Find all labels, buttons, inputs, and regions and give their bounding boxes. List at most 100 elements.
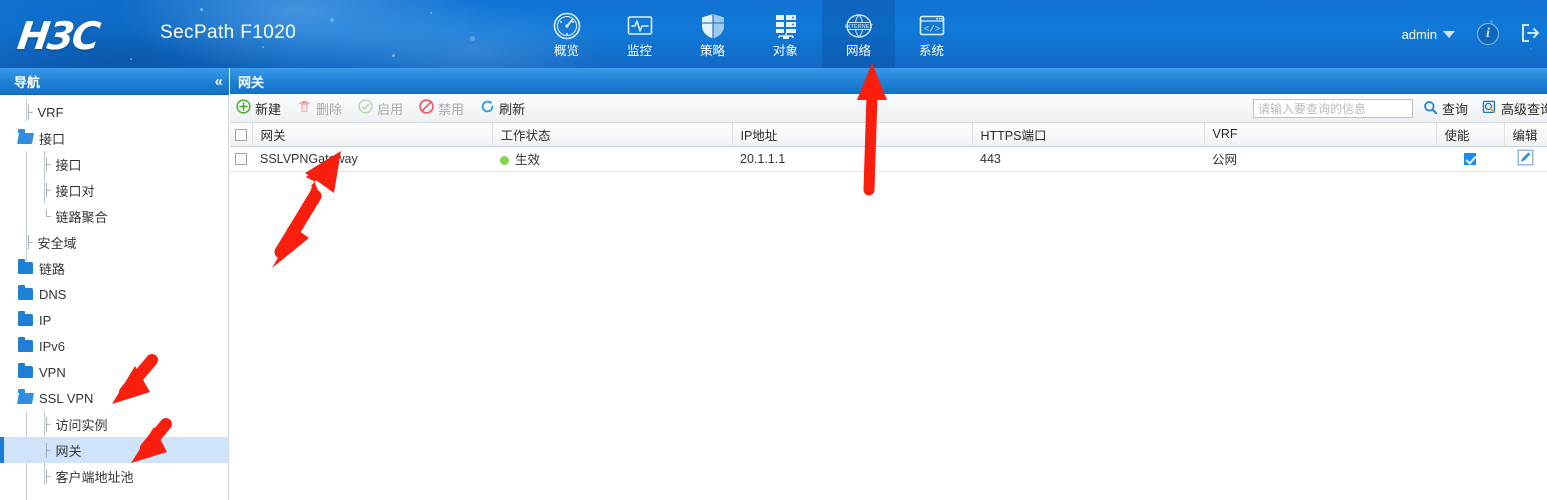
nav-item-overview[interactable]: 概览 (530, 0, 603, 68)
folder-icon (18, 363, 33, 378)
sidebar-label-link: 链路 (39, 261, 66, 277)
table-header-https-port[interactable]: HTTPS端口 (972, 123, 1205, 147)
code-window-icon: </> (917, 10, 947, 42)
sidebar-label-dns: DNS (39, 286, 67, 302)
sidebar-label-security-zone: 安全域 (37, 235, 77, 251)
folder-open-icon (18, 389, 33, 404)
disable-button-label: 禁用 (438, 101, 465, 117)
gateway-table: 网关 工作状态 IP地址 HTTPS端口 VRF 使能 编辑 SSLVPNGat… (230, 123, 1547, 172)
sidebar-label-interface-folder: 接口 (39, 131, 66, 147)
sidebar-item-vpn[interactable]: VPN (0, 359, 228, 385)
query-button-label: 查询 (1441, 102, 1468, 117)
check-circle-icon (358, 99, 373, 117)
sidebar-label-ipv6: IPv6 (39, 338, 66, 354)
sidebar-item-ipv6[interactable]: IPv6 (0, 333, 228, 359)
select-all-checkbox[interactable] (234, 128, 247, 141)
disable-button[interactable]: 禁用 (419, 99, 464, 118)
app-window: H3C SecPath F1020 概览 监控 策略 对象 INTERNET 网… (0, 0, 1547, 500)
sidebar-label-interface: 接口 (55, 157, 82, 173)
sidebar-item-interface-pair[interactable]: ├ 接口对 (0, 177, 228, 203)
table-header-enable[interactable]: 使能 (1436, 123, 1505, 147)
collapse-sidebar-icon[interactable]: « (215, 73, 223, 90)
table-row[interactable]: SSLVPNGateway 生效 20.1.1.1 443 公网 (230, 146, 1547, 172)
enable-button-label: 启用 (377, 101, 404, 117)
sidebar-item-dns[interactable]: DNS (0, 281, 228, 307)
sidebar-label-gateway: 网关 (55, 443, 82, 459)
nav-item-monitor[interactable]: 监控 (603, 0, 676, 68)
sidebar-label-access-instance: 访问实例 (55, 417, 108, 433)
sidebar-item-ip[interactable]: IP (0, 307, 228, 333)
status-text: 生效 (515, 153, 541, 167)
table-header-select-all (230, 123, 253, 147)
table-header-status[interactable]: 工作状态 (492, 123, 733, 147)
tree-branch-icon: ├ (42, 417, 51, 431)
row-select-cell (230, 146, 252, 172)
nav-item-system[interactable]: </> 系统 (895, 0, 968, 68)
sidebar-item-interface[interactable]: ├ 接口 (0, 151, 228, 177)
cell-https-port: 443 (972, 146, 1204, 172)
nav-item-policy[interactable]: 策略 (676, 0, 749, 68)
tree-branch-end-icon: └ (42, 209, 51, 223)
enable-checkbox[interactable] (1464, 153, 1476, 166)
sidebar-label-vrf: VRF (37, 104, 64, 120)
nav-item-object[interactable]: 对象 (749, 0, 822, 68)
delete-button[interactable]: 删除 (297, 99, 342, 118)
sidebar-item-link[interactable]: 链路 (0, 255, 228, 281)
row-checkbox[interactable] (235, 153, 247, 166)
sidebar-item-ssl-vpn[interactable]: SSL VPN (0, 385, 228, 411)
sidebar-item-interface-folder[interactable]: 接口 (0, 125, 228, 151)
pencil-edit-icon[interactable] (1517, 149, 1534, 169)
server-icon (771, 10, 801, 42)
cell-status: 生效 (492, 146, 732, 172)
nav-label-object: 对象 (772, 44, 798, 58)
table-header-ip[interactable]: IP地址 (732, 123, 973, 147)
sidebar-item-gateway[interactable]: ├ 网关 (0, 437, 228, 463)
folder-open-icon (18, 129, 33, 144)
sidebar-title: 导航 (14, 74, 41, 90)
svg-text:INTERNET: INTERNET (844, 24, 873, 30)
nav-label-overview: 概览 (553, 44, 579, 58)
content-toolbar: 新建 删除 启用 禁用 刷新 请输入要查询的信息 查询 高级查询 (230, 94, 1547, 123)
h3c-logo: H3C (14, 14, 102, 58)
sidebar-label-ip: IP (39, 312, 52, 328)
new-button[interactable]: 新建 (236, 99, 281, 118)
table-header-edit[interactable]: 编辑 (1504, 123, 1547, 147)
logout-icon[interactable] (1519, 22, 1541, 47)
advanced-query-button-label: 高级查询 (1500, 102, 1547, 117)
chevron-down-icon (1443, 30, 1455, 38)
sidebar-item-security-zone[interactable]: ├ 安全域 (0, 229, 228, 255)
advanced-search-icon (1482, 100, 1497, 118)
info-icon[interactable]: i (1477, 23, 1499, 45)
user-name: admin (1401, 26, 1437, 42)
sidebar-item-link-aggregation[interactable]: └ 链路聚合 (0, 203, 228, 229)
search-area: 查询 高级查询 (1252, 94, 1547, 123)
cell-gateway: SSLVPNGateway (252, 146, 492, 172)
trash-icon (297, 99, 312, 117)
user-menu[interactable]: admin (1402, 27, 1455, 42)
sidebar-item-client-address-pool[interactable]: ├ 客户端地址池 (0, 463, 228, 489)
query-button[interactable]: 查询 (1423, 99, 1468, 118)
tree-branch-icon: ├ (42, 183, 51, 197)
search-input[interactable] (1252, 99, 1413, 118)
sidebar-label-vpn: VPN (39, 364, 66, 380)
page-title-bar: 网关 (230, 68, 1547, 94)
folder-icon (18, 337, 33, 352)
delete-button-label: 删除 (316, 101, 343, 117)
sidebar-item-vrf[interactable]: ├ VRF (0, 99, 228, 125)
refresh-button[interactable]: 刷新 (480, 99, 525, 118)
nav-label-policy: 策略 (699, 44, 725, 58)
tree-branch-icon: ├ (24, 235, 33, 249)
nav-item-network[interactable]: INTERNET 网络 (822, 0, 895, 68)
header-right-tools: admin i (1402, 0, 1547, 68)
cell-edit (1504, 146, 1547, 172)
status-dot-icon (500, 156, 509, 165)
sidebar-tree: ├ VRF 接口 ├ 接口 ├ 接口对 └ 链路聚合 ├ 安全域 链路 DNS … (0, 95, 228, 500)
tree-branch-icon: ├ (42, 443, 51, 457)
table-header-vrf[interactable]: VRF (1204, 123, 1437, 147)
table-header-gateway[interactable]: 网关 (252, 123, 493, 147)
enable-button[interactable]: 启用 (358, 99, 403, 118)
table-header-row: 网关 工作状态 IP地址 HTTPS端口 VRF 使能 编辑 (230, 123, 1547, 147)
advanced-query-button[interactable]: 高级查询 (1482, 99, 1547, 118)
nav-label-monitor: 监控 (626, 44, 652, 58)
sidebar-item-access-instance[interactable]: ├ 访问实例 (0, 411, 228, 437)
